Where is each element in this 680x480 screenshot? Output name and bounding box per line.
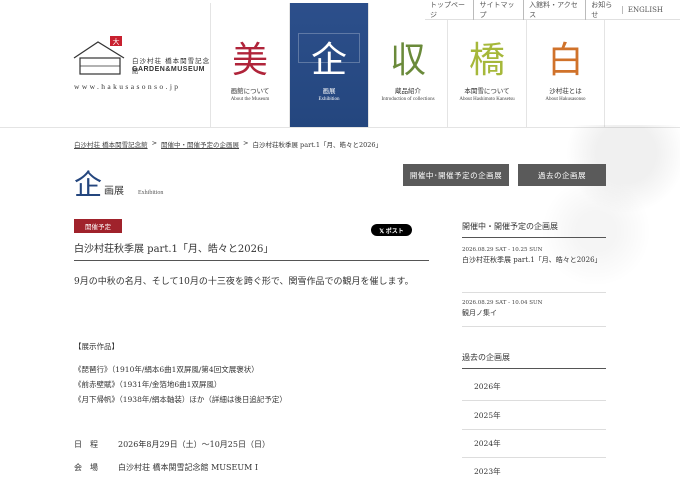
x-post-button[interactable]: 𝕏 ポスト bbox=[371, 224, 412, 236]
nav-label-en: Introduction of collections bbox=[381, 97, 435, 102]
article-lead: 9月の中秋の名月、そして10月の十三夜を跨ぐ形で、関雪作品での観月を催します。 bbox=[74, 277, 414, 287]
sidebar-past-heading: 過去の企画展 bbox=[462, 352, 606, 369]
date-value: 2026年8月29日（土）～10月25日（日） bbox=[118, 440, 270, 449]
sidebar-year-link[interactable]: 2026年 bbox=[474, 381, 501, 392]
util-link-access[interactable]: 入館料・アクセス bbox=[523, 0, 585, 20]
nav-big-char: 美 bbox=[231, 40, 268, 81]
nav-item-hakusasonso[interactable]: 白 沙村荘とは About Hakusasonso bbox=[526, 3, 605, 128]
nav-label-en: Exhibition bbox=[318, 97, 340, 102]
logo-title-en: GARDEN&MUSEUM bbox=[132, 66, 205, 73]
nav-big-char: 橋 bbox=[468, 40, 505, 81]
utility-nav: トップページ サイトマップ 入館料・アクセス お知らせ ENGLISH bbox=[425, 0, 680, 20]
info-row-date: 日 程 2026年8月29日（土）～10月25日（日） bbox=[74, 439, 270, 450]
util-link-sitemap[interactable]: サイトマップ bbox=[473, 0, 523, 20]
nav-label-jp: 画館について bbox=[230, 87, 270, 95]
exhibit-works-list: 《琵琶行》（1910年/絹本6曲1双屏風/第4回文展褒状） 《前赤壁賦》（193… bbox=[74, 362, 287, 407]
nav-label-jp: 本関雪について bbox=[464, 87, 510, 95]
venue-value: 白沙村荘 橋本関雪記念館 MUSEUM Ⅰ bbox=[118, 463, 258, 472]
sidebar-item-date: 2026.08.29 SAT - 10.04 SUN bbox=[462, 300, 543, 306]
sidebar-exhibition-item[interactable]: 2026.08.29 SAT - 10.25 SUN 白沙村荘秋季展 part.… bbox=[462, 247, 606, 266]
sidebar-year-link[interactable]: 2025年 bbox=[474, 410, 501, 421]
divider bbox=[462, 457, 606, 458]
breadcrumb-current-exhibitions[interactable]: 開催中・開催予定の企画展 bbox=[161, 139, 239, 149]
divider bbox=[462, 400, 606, 401]
divider bbox=[462, 326, 606, 327]
nav-item-museum[interactable]: 美 画館について About the Museum bbox=[210, 3, 289, 128]
list-item: 《前赤壁賦》（1931年/金箔地6曲1双屏風） bbox=[74, 380, 222, 389]
house-logo-icon: 大 bbox=[73, 36, 125, 75]
page-title-kanji: 企 bbox=[74, 168, 103, 201]
nav-item-exhibition[interactable]: 企 画展 Exhibition bbox=[289, 3, 368, 128]
sidebar-current-heading: 開催中・開催予定の企画展 bbox=[462, 221, 606, 238]
nav-label-jp: 蔵品紹介 bbox=[395, 87, 421, 95]
nav-item-kansetsu[interactable]: 橋 本関雪について About Hashimoto Kansetsu bbox=[447, 3, 526, 128]
nav-item-collections[interactable]: 収 蔵品紹介 Introduction of collections bbox=[368, 3, 447, 128]
nav-label-jp: 画展 bbox=[322, 87, 336, 95]
current-exhibitions-button[interactable]: 開催中･開催予定の企画展 bbox=[403, 164, 509, 186]
nav-big-char: 白 bbox=[547, 40, 584, 81]
sidebar-item-name: 白沙村荘秋季展 part.1「月、皓々と2026」 bbox=[462, 256, 602, 264]
logo-url: www.hakusasonso.jp bbox=[74, 82, 181, 91]
svg-text:大: 大 bbox=[113, 37, 120, 46]
breadcrumb-current-page: 白沙村荘秋季展 part.1「月、皓々と2026」 bbox=[252, 141, 383, 149]
date-label: 日 程 bbox=[74, 440, 98, 449]
divider bbox=[462, 429, 606, 430]
nav-big-char: 収 bbox=[389, 40, 426, 81]
sidebar-year-link[interactable]: 2024年 bbox=[474, 438, 501, 449]
util-link-english[interactable]: ENGLISH bbox=[621, 5, 668, 14]
util-link-top[interactable]: トップページ bbox=[425, 0, 473, 20]
status-badge: 開催予定 bbox=[74, 219, 122, 233]
article-title: 白沙村荘秋季展 part.1「月、皓々と2026」 bbox=[74, 240, 429, 261]
page-title: 企 画展 Exhibition bbox=[74, 163, 163, 203]
sidebar-year-link[interactable]: 2023年 bbox=[474, 466, 501, 477]
exhibit-works-heading: 【展示作品】 bbox=[74, 342, 119, 351]
divider bbox=[462, 292, 606, 293]
site-logo[interactable]: 大 白沙村荘 橋本関雪記念館 GARDEN&MUSEUM www.hakusas… bbox=[72, 36, 212, 106]
sidebar-item-date: 2026.08.29 SAT - 10.25 SUN bbox=[462, 247, 543, 253]
breadcrumb-separator: > bbox=[151, 139, 158, 147]
sidebar-item-name: 観月ノ集イ bbox=[462, 309, 497, 317]
sidebar-exhibition-item[interactable]: 2026.08.29 SAT - 10.04 SUN 観月ノ集イ bbox=[462, 300, 606, 319]
nav-label-en: About Hakusasonso bbox=[545, 97, 586, 102]
util-link-news[interactable]: お知らせ bbox=[585, 0, 622, 20]
breadcrumb: 白沙村荘 橋本関雪記念館 > 開催中・開催予定の企画展 > 白沙村荘秋季展 pa… bbox=[74, 139, 382, 149]
nav-active-decoration bbox=[298, 33, 360, 63]
breadcrumb-home[interactable]: 白沙村荘 橋本関雪記念館 bbox=[74, 139, 148, 149]
info-row-venue: 会 場 白沙村荘 橋本関雪記念館 MUSEUM Ⅰ bbox=[74, 462, 258, 473]
nav-label-jp: 沙村荘とは bbox=[549, 87, 582, 95]
page-title-en: Exhibition bbox=[138, 190, 164, 196]
past-exhibitions-button[interactable]: 過去の企画展 bbox=[518, 164, 606, 186]
list-item: 《琵琶行》（1910年/絹本6曲1双屏風/第4回文展褒状） bbox=[74, 365, 259, 374]
breadcrumb-separator: > bbox=[243, 139, 249, 147]
nav-label-en: About the Museum bbox=[230, 97, 270, 102]
venue-label: 会 場 bbox=[74, 463, 98, 472]
nav-label-en: About Hashimoto Kansetsu bbox=[459, 97, 515, 102]
page-title-rest: 画展 bbox=[104, 186, 125, 197]
list-item: 《月下帰帆》（1938年/絹本軸装）ほか（詳細は後日追記予定） bbox=[74, 395, 287, 404]
main-nav: 美 画館について About the Museum 企 画展 Exhibitio… bbox=[210, 3, 605, 128]
